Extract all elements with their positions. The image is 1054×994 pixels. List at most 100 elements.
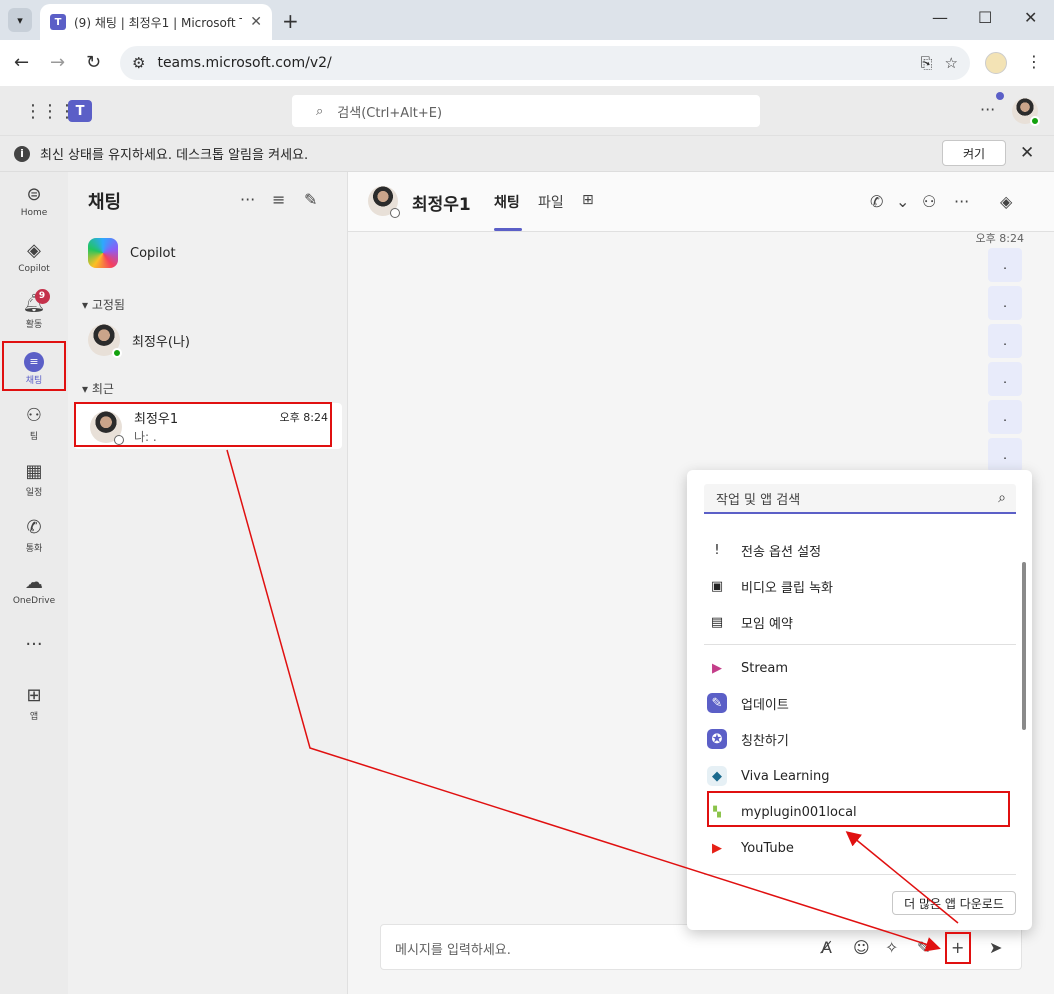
more-options-icon[interactable]: ··· [980,100,995,119]
send-icon[interactable]: ➤ [989,938,1002,957]
bookmark-star-icon[interactable]: ☆ [945,54,958,72]
add-app-icon: ⊞ [26,684,42,706]
message-bubble[interactable]: . [988,286,1022,320]
back-icon[interactable]: ← [14,52,29,73]
filter-icon[interactable]: ≡ [272,190,285,209]
calendar-icon: ▦ [25,460,43,482]
presence-available-icon [112,348,122,358]
flyout-scrollbar[interactable] [1022,562,1026,730]
pinned-section-header[interactable]: ▾ 고정됨 [82,296,125,313]
flyout-item-label: 모임 예약 [741,616,793,632]
pinned-header-label: 고정됨 [91,298,125,312]
annotation-box-recent-chat [74,402,332,447]
rail-item-copilot[interactable]: ◈ Copilot [0,232,68,282]
tab-close-icon[interactable]: ✕ [250,14,262,30]
rail-item-home[interactable]: ⊜ Home [0,176,68,226]
flyout-search-placeholder: 작업 및 앱 검색 [716,492,801,508]
info-icon: i [14,145,30,162]
search-icon: ⌕ [316,103,324,119]
stream-icon: ▶ [712,660,722,676]
flyout-action-schedule[interactable]: ▤ 모임 예약 [707,612,793,632]
browser-tab[interactable]: T (9) 채팅 | 최정우1 | Microsoft Teams ✕ [40,4,272,40]
install-app-icon[interactable]: ⎘ [921,54,933,72]
forward-icon[interactable]: → [50,52,65,73]
recent-section-header[interactable]: ▾ 최근 [82,380,114,397]
pinned-chat-item[interactable]: 최정우(나) [88,324,190,358]
praise-icon: ✪ [707,729,727,749]
rail-more-apps[interactable]: ··· [0,620,68,670]
tab-files[interactable]: 파일 [538,192,564,212]
rail-item-teams[interactable]: ⚇ 팀 [0,398,68,448]
chat-more-icon[interactable]: ··· [240,190,255,209]
rail-item-calendar[interactable]: ▦ 일정 [0,454,68,504]
message-bubble[interactable]: . [988,400,1022,434]
tab-title: (9) 채팅 | 최정우1 | Microsoft Teams [74,15,242,30]
flyout-app-youtube[interactable]: ▶ YouTube [707,838,794,858]
banner-close-icon[interactable]: ✕ [1020,143,1034,163]
flyout-item-label: 전송 옵션 설정 [741,544,822,560]
rail-label: Copilot [18,264,50,274]
flyout-app-viva-learning[interactable]: ◆ Viva Learning [707,766,829,786]
rail-item-onedrive[interactable]: ☁ OneDrive [0,564,68,614]
browser-menu-icon[interactable]: ⋮ [1026,52,1042,71]
flyout-app-stream[interactable]: ▶ Stream [707,658,788,678]
chevron-down-icon[interactable]: ⌄ [896,192,909,211]
profile-avatar[interactable] [1012,98,1040,126]
enable-notifications-button[interactable]: 켜기 [942,140,1006,166]
maximize-button[interactable]: ☐ [978,8,992,27]
message-bubble[interactable]: . [988,438,1022,472]
message-bubble[interactable]: . [988,324,1022,358]
new-chat-icon[interactable]: ✎ [304,190,317,209]
minimize-button[interactable]: — [932,8,948,27]
chat-avatar[interactable] [368,186,400,218]
copilot-compose-icon[interactable]: ✧ [885,938,898,957]
loop-icon[interactable]: ✎ [917,938,930,957]
exclamation-icon: ! [714,542,720,558]
search-icon: ⌕ [998,490,1006,506]
message-bubble[interactable]: . [988,362,1022,396]
get-more-apps-button[interactable]: 더 많은 앱 다운로드 [892,891,1016,915]
copilot-header-icon[interactable]: ◈ [1000,192,1012,211]
window-close-button[interactable]: ✕ [1024,8,1037,27]
site-info-icon[interactable]: ⚙ [132,54,145,72]
flyout-item-label: 업데이트 [741,697,789,713]
presence-offline-icon [390,208,400,218]
emoji-icon[interactable]: ☺ [853,938,870,957]
url-text[interactable]: teams.microsoft.com/v2/ [157,55,908,71]
chat-header: 최정우1 채팅 파일 ⊞ ✆ ⌄ ⚇ ··· ◈ [348,172,1054,232]
contact-avatar [88,324,122,358]
reload-icon[interactable]: ↻ [86,52,101,73]
flyout-action-delivery[interactable]: ! 전송 옵션 설정 [707,540,821,560]
tab-search-button[interactable]: ▾ [8,8,32,32]
url-bar[interactable]: ⚙ teams.microsoft.com/v2/ ⎘ ☆ [120,46,970,80]
flyout-item-label: 칭찬하기 [741,733,789,749]
youtube-icon: ▶ [712,840,722,856]
format-icon[interactable]: A̸ [821,938,832,957]
message-bubble[interactable]: . [988,248,1022,282]
flyout-search-input[interactable]: 작업 및 앱 검색 ⌕ [704,484,1016,514]
teams-icon: ⚇ [25,404,43,426]
flyout-item-label: YouTube [741,840,794,856]
tab-chat[interactable]: 채팅 [494,192,520,212]
add-tab-icon[interactable]: ⊞ [582,192,594,208]
header-more-icon[interactable]: ··· [954,192,969,211]
message-composer[interactable]: 메시지를 입력하세요. A̸ ☺ ✧ ✎ + ➤ [380,924,1022,970]
copilot-chat-item[interactable]: Copilot [88,238,176,268]
browser-profile-avatar[interactable] [985,52,1007,74]
teams-search-input[interactable]: ⌕ 검색(Ctrl+Alt+E) [292,95,760,127]
rail-item-activity[interactable]: 🔔︎ 9 활동 [0,286,68,336]
browser-tab-bar: ▾ T (9) 채팅 | 최정우1 | Microsoft Teams ✕ + … [0,0,1054,40]
rail-label: 활동 [25,319,43,330]
flyout-app-praise[interactable]: ✪ 칭찬하기 [707,729,789,749]
add-people-icon[interactable]: ⚇ [922,192,936,211]
copilot-label: Copilot [130,245,176,261]
new-tab-button[interactable]: + [282,9,299,33]
copilot-logo-icon [88,238,118,268]
flyout-app-updates[interactable]: ✎ 업데이트 [707,693,789,713]
more-icon: ··· [25,634,43,655]
rail-item-apps[interactable]: ⊞ 앱 [0,678,68,728]
flyout-action-video-clip[interactable]: ▣ 비디오 클립 녹화 [707,576,833,596]
browser-address-bar: ← → ↻ ⚙ teams.microsoft.com/v2/ ⎘ ☆ ⋮ [0,40,1054,86]
call-icon[interactable]: ✆ [870,192,883,211]
rail-item-calls[interactable]: ✆ 통화 [0,510,68,560]
